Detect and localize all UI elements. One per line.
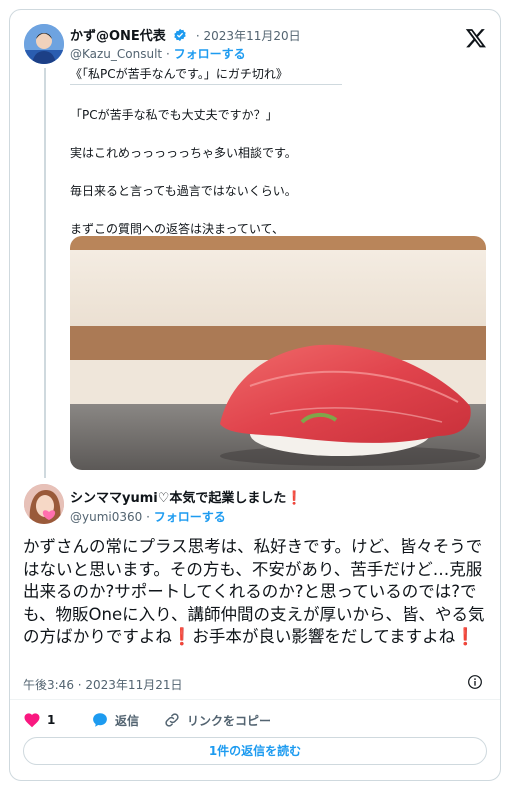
reply-text: かずさんの常にプラス思考は、私好きです。けど、皆々そうではないと思います。その方… <box>23 536 493 649</box>
reply-text-part: お手本が良い影響をだしてますよね <box>192 627 456 646</box>
reply-author-avatar[interactable] <box>24 484 64 524</box>
reply-follow-button[interactable]: フォローする <box>154 510 226 524</box>
author-name-row: かず@ONE代表 · 2023年11月20日 <box>70 25 301 44</box>
quoted-title: 《「私PCが苦手なんです。」にガチ切れ》 <box>70 65 342 85</box>
copy-link-button[interactable]: リンクをコピー <box>163 711 271 729</box>
tweet-line: 実はこれめっっっっっちゃ多い相談です。 <box>70 146 297 160</box>
divider <box>10 699 500 700</box>
tweet-line: 「PCが苦手な私でも大丈夫ですか？」 <box>70 108 278 122</box>
exclamation-emoji: ❗ <box>171 627 193 646</box>
reply-handle-row: @yumi0360 · フォローする <box>70 508 226 525</box>
exclamation-emoji: ❗ <box>455 627 476 646</box>
info-icon[interactable] <box>467 674 483 690</box>
tweet-card: かず@ONE代表 · 2023年11月20日 @Kazu_Consult · フ… <box>9 9 501 781</box>
x-logo-icon[interactable] <box>465 27 487 49</box>
author-name[interactable]: かず@ONE代表 <box>70 29 166 44</box>
author-handle-row: @Kazu_Consult · フォローする <box>70 45 246 62</box>
author-handle[interactable]: @Kazu_Consult <box>70 47 162 61</box>
reply-label: 返信 <box>115 713 140 728</box>
reply-author-handle[interactable]: @yumi0360 <box>70 510 142 524</box>
tweet-line: まずこの質問への返答は決まっていて、 <box>70 222 284 236</box>
reply-bubble-icon <box>93 713 107 727</box>
reply-author-name-row: シンママyumi♡本気で起業しました❗ <box>70 487 303 506</box>
verified-badge-icon <box>174 28 187 42</box>
tweet-date[interactable]: 2023年11月20日 <box>204 29 301 43</box>
handle-separator: · <box>165 47 170 61</box>
read-replies-button[interactable]: 1件の返信を読む <box>23 737 487 765</box>
thread-line <box>44 68 46 478</box>
author-avatar[interactable] <box>24 24 64 64</box>
link-icon <box>165 713 179 727</box>
reply-handle-separator: · <box>146 510 150 524</box>
date-separator: · <box>195 29 200 43</box>
like-button[interactable]: 1 <box>23 711 55 729</box>
sushi-photo[interactable] <box>70 236 486 470</box>
reply-author-name[interactable]: シンママyumi♡本気で起業しました <box>70 491 286 506</box>
heart-icon <box>24 713 40 728</box>
tweet-line: 毎日来ると言っても過言ではないくらい。 <box>70 184 297 198</box>
reply-button[interactable]: 返信 <box>91 711 139 729</box>
exclamation-emoji: ❗ <box>286 491 303 506</box>
like-count: 1 <box>47 713 56 727</box>
reply-timestamp[interactable]: 午後3:46 · 2023年11月21日 <box>23 676 182 693</box>
follow-button[interactable]: フォローする <box>174 47 246 61</box>
copy-link-label: リンクをコピー <box>187 713 272 728</box>
